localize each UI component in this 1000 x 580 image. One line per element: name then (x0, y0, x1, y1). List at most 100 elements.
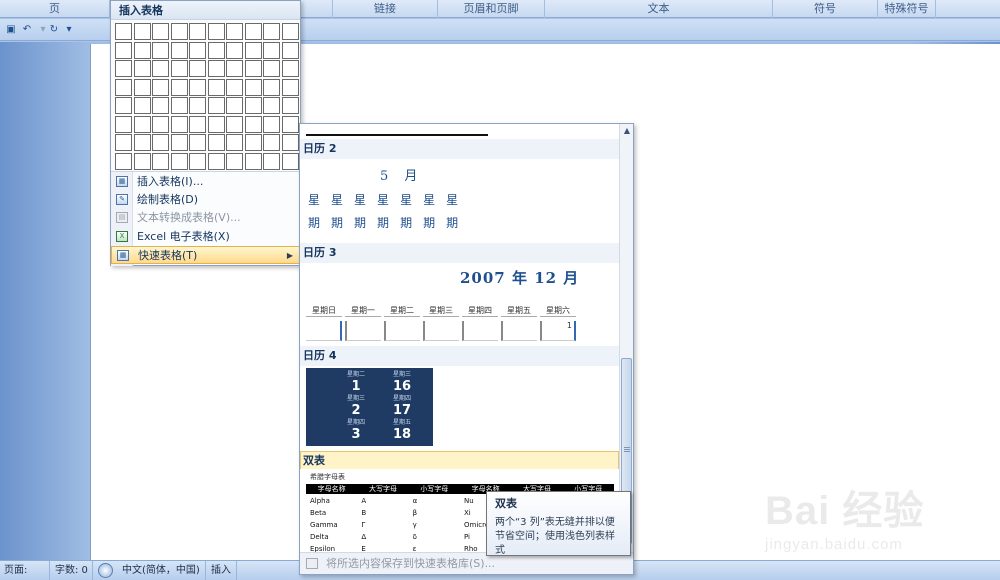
table-grid-cell[interactable] (244, 97, 262, 114)
table-grid-cell[interactable] (226, 78, 243, 96)
table-grid-cell[interactable] (207, 115, 225, 133)
table-grid-cell[interactable] (207, 41, 225, 59)
status-language[interactable]: 中文(简体，中国) (118, 561, 206, 580)
table-grid-cell[interactable] (281, 41, 299, 59)
table-grid-cell[interactable] (244, 152, 262, 170)
table-grid-cell[interactable] (152, 152, 169, 170)
save-icon[interactable]: ▣ (5, 23, 17, 36)
table-grid-cell[interactable] (281, 134, 299, 151)
scroll-up-icon[interactable]: ▲ (620, 124, 633, 138)
table-grid-cell[interactable] (152, 23, 169, 40)
table-grid-cell[interactable] (244, 60, 262, 77)
table-grid-cell[interactable] (226, 97, 243, 114)
table-grid-cell[interactable] (281, 97, 299, 114)
table-size-grid[interactable] (115, 23, 299, 170)
table-grid-cell[interactable] (281, 23, 299, 40)
table-grid-cell[interactable] (281, 152, 299, 170)
table-grid-cell[interactable] (189, 60, 206, 77)
table-grid-cell[interactable] (226, 115, 243, 133)
table-grid-cell[interactable] (244, 41, 262, 59)
table-grid-cell[interactable] (133, 60, 151, 77)
table-grid-cell[interactable] (189, 134, 206, 151)
table-grid-cell[interactable] (189, 23, 206, 40)
table-grid-cell[interactable] (152, 115, 169, 133)
table-grid-cell[interactable] (152, 41, 169, 59)
table-grid-cell[interactable] (207, 152, 225, 170)
calendar2-preview[interactable]: 5 月 星 星 星 星 星 星 星 期 期 期 期 期 期 期 (300, 159, 619, 241)
table-grid-cell[interactable] (226, 41, 243, 59)
table-grid-cell[interactable] (152, 134, 169, 151)
table-grid-cell[interactable] (244, 115, 262, 133)
table-grid-cell[interactable] (207, 134, 225, 151)
submenu-arrow-icon: ▶ (286, 251, 293, 260)
calendar3-preview[interactable]: 2007 年 12 月 星期日 星期一 星期二 星期三 星期四 星期五 星期六 … (300, 263, 619, 343)
customize-icon[interactable]: ▾ (63, 23, 75, 36)
table-grid-cell[interactable] (115, 97, 132, 114)
table-grid-cell[interactable] (133, 134, 151, 151)
table-grid-cell[interactable] (263, 78, 280, 96)
menu-draw-table[interactable]: ✎ 绘制表格(D) (111, 191, 300, 209)
table-grid-cell[interactable] (189, 115, 206, 133)
table-grid-cell[interactable] (152, 78, 169, 96)
table-grid-cell[interactable] (226, 60, 243, 77)
table-grid-cell[interactable] (189, 97, 206, 114)
table-grid-cell[interactable] (281, 78, 299, 96)
table-grid-cell[interactable] (263, 41, 280, 59)
menu-insert-table[interactable]: ▦ 插入表格(I)... (111, 173, 300, 191)
calendar4-preview[interactable]: 星期二 1 星期三 2 星期四 3 星期三 16 星期四 17 星期五 18 (300, 368, 619, 448)
table-grid-cell[interactable] (133, 78, 151, 96)
menu-quick-tables[interactable]: ▦ 快速表格(T) ▶ (111, 246, 300, 264)
table-grid-cell[interactable] (263, 23, 280, 40)
table-grid-cell[interactable] (244, 23, 262, 40)
gallery-scrollbar[interactable]: ▲ (619, 124, 633, 552)
table-grid-cell[interactable] (281, 115, 299, 133)
table-grid-cell[interactable] (170, 134, 188, 151)
undo-icon[interactable]: ↶ (21, 23, 33, 36)
table-grid-cell[interactable] (133, 152, 151, 170)
table-grid-cell[interactable] (170, 41, 188, 59)
table-grid-cell[interactable] (115, 60, 132, 77)
table-grid-cell[interactable] (207, 60, 225, 77)
table-grid-cell[interactable] (115, 41, 132, 59)
table-grid-cell[interactable] (281, 60, 299, 77)
table-grid-cell[interactable] (115, 152, 132, 170)
table-grid-cell[interactable] (170, 23, 188, 40)
table-grid-cell[interactable] (244, 134, 262, 151)
menu-excel-spreadsheet[interactable]: X Excel 电子表格(X) (111, 228, 300, 246)
table-grid-cell[interactable] (189, 78, 206, 96)
table-grid-cell[interactable] (263, 152, 280, 170)
table-grid-cell[interactable] (263, 60, 280, 77)
status-page[interactable]: 页面: 1/1 (0, 561, 50, 580)
table-grid-cell[interactable] (133, 115, 151, 133)
table-grid-cell[interactable] (133, 97, 151, 114)
table-grid-cell[interactable] (133, 41, 151, 59)
table-grid-cell[interactable] (189, 152, 206, 170)
table-grid-cell[interactable] (207, 97, 225, 114)
table-grid-cell[interactable] (263, 115, 280, 133)
table-grid-cell[interactable] (115, 134, 132, 151)
table-grid-cell[interactable] (263, 134, 280, 151)
table-grid-cell[interactable] (244, 78, 262, 96)
table-grid-cell[interactable] (226, 23, 243, 40)
proofing-icon[interactable] (98, 563, 113, 578)
table-grid-cell[interactable] (133, 23, 151, 40)
table-grid-cell[interactable] (115, 23, 132, 40)
table-grid-cell[interactable] (152, 60, 169, 77)
table-grid-cell[interactable] (189, 41, 206, 59)
table-grid-cell[interactable] (226, 152, 243, 170)
table-grid-cell[interactable] (170, 60, 188, 77)
table-grid-cell[interactable] (170, 115, 188, 133)
status-word-count[interactable]: 字数: 0 (51, 561, 93, 580)
table-grid-cell[interactable] (115, 78, 132, 96)
table-grid-cell[interactable] (115, 115, 132, 133)
table-grid-cell[interactable] (226, 134, 243, 151)
table-grid-cell[interactable] (170, 78, 188, 96)
table-grid-cell[interactable] (170, 97, 188, 114)
table-grid-cell[interactable] (170, 152, 188, 170)
table-grid-cell[interactable] (152, 97, 169, 114)
table-grid-cell[interactable] (207, 23, 225, 40)
status-insert-mode[interactable]: 插入 (207, 561, 237, 580)
table-grid-cell[interactable] (207, 78, 225, 96)
table-grid-cell[interactable] (263, 97, 280, 114)
redo-icon[interactable]: ↻ (48, 23, 60, 36)
